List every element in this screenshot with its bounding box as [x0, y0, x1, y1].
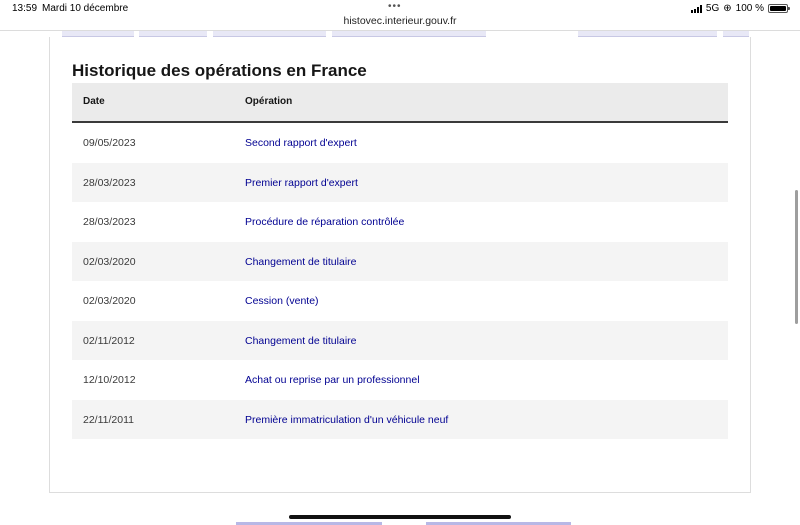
status-time: 13:59: [12, 3, 38, 14]
orientation-lock-icon: ⊕: [723, 3, 732, 14]
column-header-operation: Opération: [245, 96, 293, 107]
operations-table: Date Opération 09/05/2023 Second rapport…: [72, 83, 728, 439]
table-row: 28/03/2023 Premier rapport d'expert: [72, 162, 728, 202]
multitasking-dots-icon[interactable]: •••: [388, 1, 402, 12]
row-operation-link[interactable]: Premier rapport d'expert: [245, 177, 358, 189]
row-operation-link[interactable]: Changement de titulaire: [245, 335, 357, 347]
row-date: 28/03/2023: [83, 216, 136, 228]
status-indicators: 5G ⊕ 100 %: [690, 3, 790, 14]
row-date: 12/10/2012: [83, 374, 136, 386]
status-bar: 13:59 Mardi 10 décembre ••• histovec.int…: [0, 0, 800, 30]
table-row: 12/10/2012 Achat ou reprise par un profe…: [72, 360, 728, 400]
table-row: 22/11/2011 Première immatriculation d'un…: [72, 399, 728, 439]
table-row: 02/03/2020 Cession (vente): [72, 281, 728, 321]
row-operation-link[interactable]: Procédure de réparation contrôlée: [245, 216, 404, 228]
row-date: 02/03/2020: [83, 255, 136, 268]
cellular-signal-icon: [690, 4, 702, 13]
table-row: 28/03/2023 Procédure de réparation contr…: [72, 202, 728, 242]
row-operation-link[interactable]: Second rapport d'expert: [245, 137, 357, 149]
address-bar-url[interactable]: histovec.interieur.gouv.fr: [0, 15, 800, 27]
row-date: 02/11/2012: [83, 334, 135, 347]
row-operation-link[interactable]: Achat ou reprise par un professionnel: [245, 374, 420, 386]
row-date: 22/11/2011: [83, 413, 134, 426]
column-header-date: Date: [83, 96, 105, 107]
table-header: Date Opération: [72, 83, 728, 123]
row-date: 02/03/2020: [83, 295, 136, 307]
row-date: 09/05/2023: [83, 137, 136, 149]
status-date: Mardi 10 décembre: [42, 3, 129, 14]
section-title: Historique des opérations en France: [72, 61, 367, 80]
battery-percentage: 100 %: [735, 3, 764, 14]
row-operation-link[interactable]: Cession (vente): [245, 295, 319, 307]
battery-icon: [768, 4, 790, 13]
table-row: 09/05/2023 Second rapport d'expert: [72, 123, 728, 163]
network-type: 5G: [705, 3, 720, 14]
row-operation-link[interactable]: Première immatriculation d'un véhicule n…: [245, 414, 448, 426]
page-scrollbar[interactable]: [795, 190, 798, 324]
home-indicator[interactable]: [289, 515, 511, 519]
table-row: 02/03/2020 Changement de titulaire: [72, 241, 728, 281]
row-operation-link[interactable]: Changement de titulaire: [245, 256, 357, 268]
row-date: 28/03/2023: [83, 176, 136, 189]
table-row: 02/11/2012 Changement de titulaire: [72, 320, 728, 360]
